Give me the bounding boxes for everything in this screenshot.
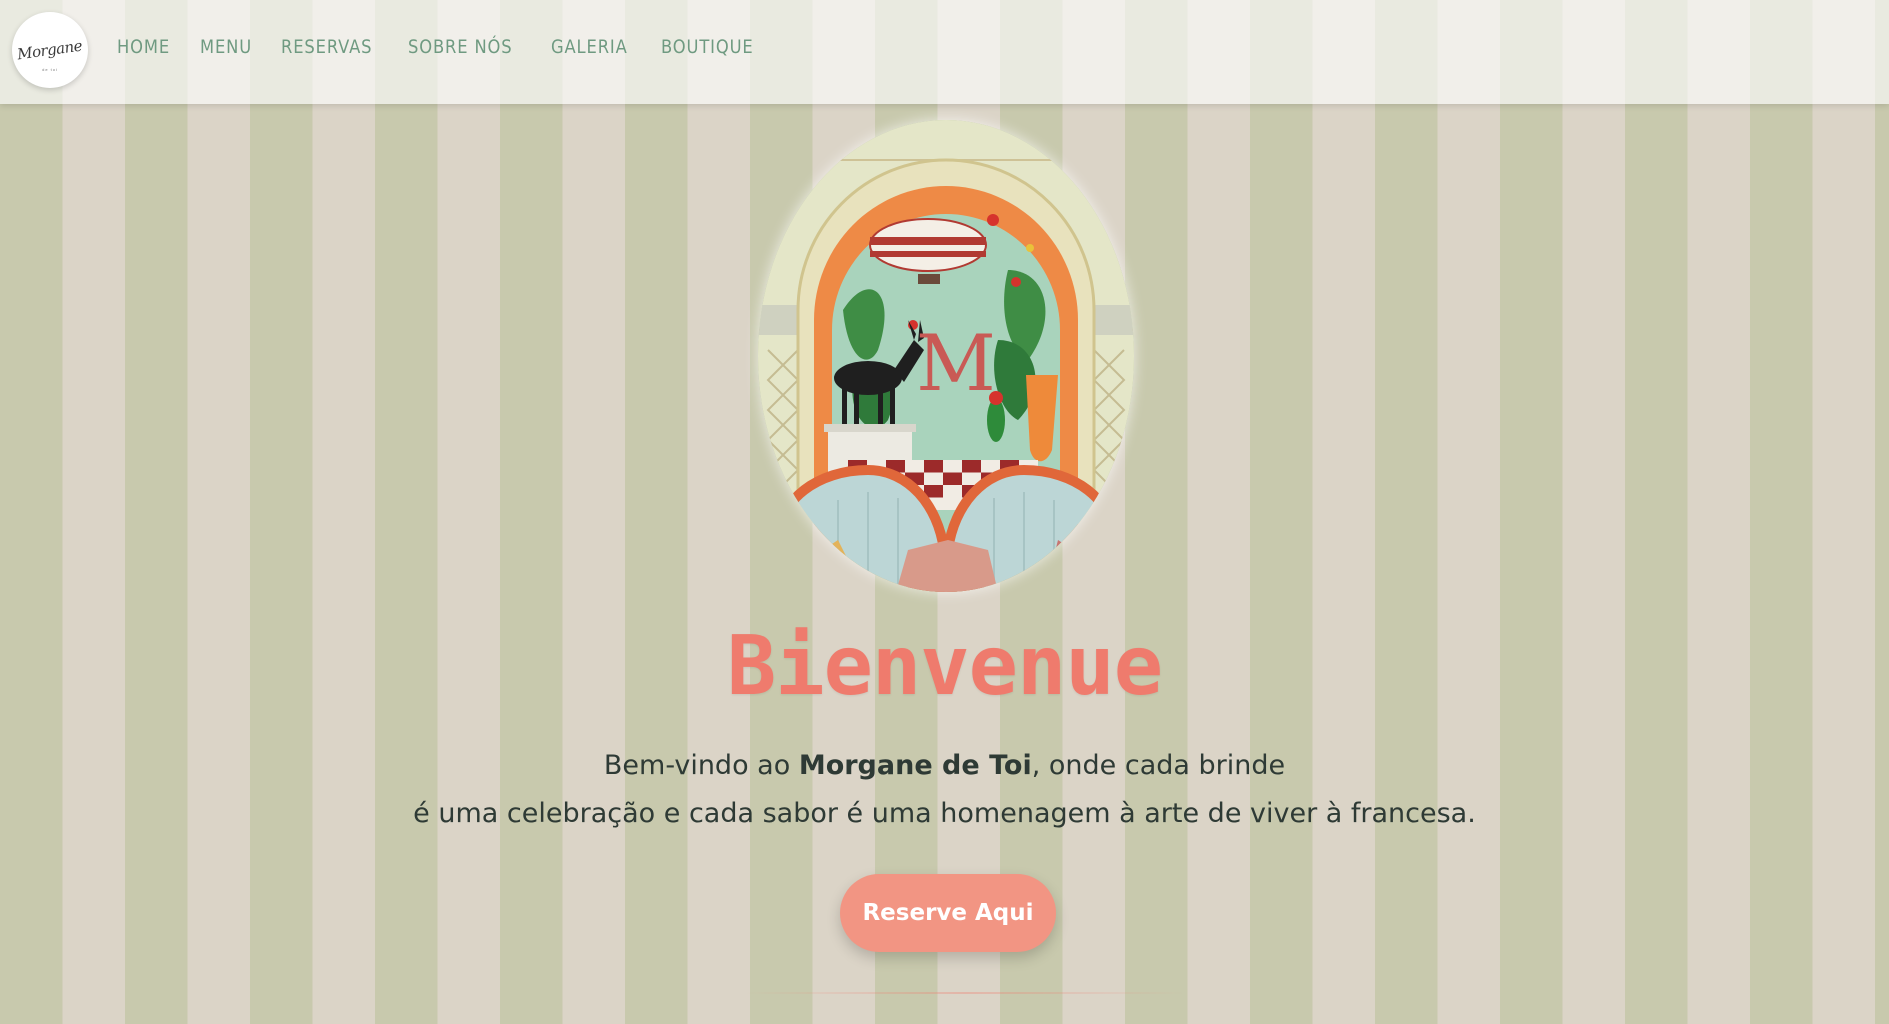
nav-menu[interactable]: MENU bbox=[200, 36, 252, 58]
welcome-intro: Bem-vindo ao Morgane de Toi, onde cada b… bbox=[0, 742, 1889, 838]
nav-reservas[interactable]: RESERVAS bbox=[281, 36, 372, 58]
intro-suffix: , onde cada brinde bbox=[1031, 750, 1286, 781]
site-header: Morgane de toi HOME MENU RESERVAS SOBRE … bbox=[0, 0, 1889, 104]
intro-prefix: Bem-vindo ao bbox=[603, 750, 799, 781]
logo-text: Morgane bbox=[16, 36, 84, 64]
logo[interactable]: Morgane de toi bbox=[12, 12, 88, 88]
section-divider bbox=[745, 992, 1185, 994]
main-nav: HOME MENU RESERVAS SOBRE NÓS GALERIA BOU… bbox=[117, 36, 790, 58]
reserve-button[interactable]: Reserve Aqui bbox=[840, 874, 1056, 952]
hero-monogram: M bbox=[916, 319, 996, 409]
hero-image: M bbox=[758, 120, 1134, 592]
hero-illustration: M bbox=[758, 120, 1134, 592]
intro-line-2: é uma celebração e cada sabor é uma home… bbox=[413, 798, 1476, 829]
intro-line-1: Bem-vindo ao Morgane de Toi, onde cada b… bbox=[0, 742, 1889, 790]
restaurant-name: Morgane de Toi bbox=[798, 750, 1032, 781]
nav-boutique[interactable]: BOUTIQUE bbox=[661, 36, 754, 58]
nav-sobre-nos[interactable]: SOBRE NÓS bbox=[408, 36, 513, 58]
welcome-title: Bienvenue bbox=[726, 619, 1163, 714]
nav-home[interactable]: HOME bbox=[117, 36, 170, 58]
logo-subtext: de toi bbox=[42, 67, 58, 72]
nav-galeria[interactable]: GALERIA bbox=[551, 36, 628, 58]
